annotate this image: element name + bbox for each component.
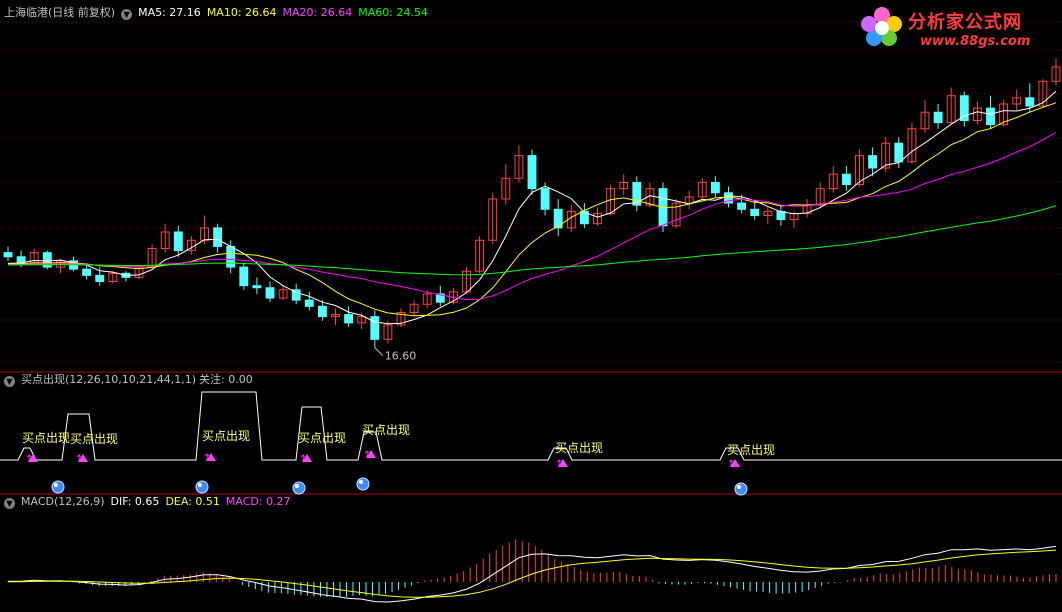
candle-body (750, 208, 760, 216)
dot-highlight (737, 485, 741, 489)
ma60-label: MA60: 24.54 (358, 6, 428, 19)
candle-body (317, 305, 327, 318)
ma10-line (7, 102, 1057, 317)
candle-body (265, 287, 275, 299)
macd-label: MACD: 0.27 (225, 495, 291, 508)
dot-highlight (359, 480, 363, 484)
buy-signal-label: 买点出现 (727, 443, 775, 457)
attention-label: 关注: 0.00 (199, 373, 253, 386)
flower-logo-icon (861, 7, 902, 46)
candle-body (370, 316, 380, 340)
candle-body (173, 231, 183, 252)
blue-dot-icon (356, 477, 370, 491)
macd-header: ▼ MACD(12,26,9) DIF: 0.65 DEA: 0.51 MACD: 0.… (4, 495, 297, 509)
dif-label: DIF: 0.65 (110, 495, 160, 508)
buy-signal-label: 买点出现 (22, 431, 70, 445)
blue-dot-icon (734, 482, 748, 496)
blue-dot-icon (51, 480, 65, 494)
indicator-title: 买点出现(12,26,10,10,21,44,1,1) (21, 373, 197, 386)
dot-highlight (295, 484, 299, 488)
macd-title: MACD(12,26,9) (21, 495, 105, 508)
candle-body (841, 173, 851, 186)
candle-body (933, 111, 943, 124)
site-logo: 分析家公式网 www.88gs.com (856, 2, 1056, 52)
candle-body (3, 252, 13, 258)
candle-body (82, 268, 92, 276)
dot-highlight (198, 483, 202, 487)
dot-highlight (54, 483, 58, 487)
kline-chart[interactable]: 16.60买点出现 买点出现 买点出现 买点出现买点出现买点出现 买点出现↑ ↑ ↑ ↑ ↑↑ ↑ (0, 0, 1062, 612)
dea-line (7, 549, 1057, 598)
dropdown-arrow-icon[interactable]: ▼ (121, 9, 133, 20)
dea-label: DEA: 0.51 (165, 495, 220, 508)
logo-url: www.88gs.com (920, 34, 1031, 49)
dropdown-arrow-icon[interactable]: ▼ (4, 498, 15, 509)
candle-body (1025, 97, 1035, 107)
candle-body (710, 181, 720, 194)
candle-body (959, 95, 969, 122)
candle-body (527, 155, 537, 190)
candle-body (737, 202, 747, 210)
low-annotation-arrow (374, 347, 384, 356)
ma5-line (7, 90, 1057, 325)
candle-body (540, 188, 550, 210)
candle-body (344, 314, 354, 324)
stock-title: 上海临港(日线 前复权) (4, 6, 116, 19)
signal-line (0, 391, 1062, 461)
candle-body (95, 274, 105, 283)
blue-dot-icon (292, 481, 306, 495)
buy-signal-label: 买点出现 (70, 432, 118, 446)
buy-signal-label: 买点出现 (362, 423, 410, 437)
buy-signal-label: 买点出现 (202, 429, 250, 443)
candle-body (213, 227, 223, 247)
candle-body (239, 266, 249, 287)
ma20-label: MA20: 26.64 (282, 6, 353, 19)
candle-body (304, 299, 314, 307)
main-chart-header: 上海临港(日线 前复权) ▼ MA5: 27.16 MA10: 26.64 MA20: … (4, 6, 434, 20)
candle-body (868, 155, 878, 169)
indicator-header: ▼ 买点出现(12,26,10,10,21,44,1,1) 关注: 0.00 (4, 373, 259, 387)
logo-name: 分析家公式网 (908, 12, 1022, 33)
buy-signal-label: 买点出现 (298, 431, 346, 445)
low-price-label: 16.60 (385, 350, 417, 363)
blue-dot-icon (195, 480, 209, 494)
candle-body (226, 245, 236, 268)
candle-body (986, 107, 995, 126)
candle-body (894, 142, 904, 163)
candle-body (252, 285, 262, 289)
buy-signal-label: 买点出现 (555, 441, 603, 455)
ma5-label: MA5: 27.16 (138, 6, 201, 19)
dropdown-arrow-icon[interactable]: ▼ (4, 376, 15, 387)
ma10-label: MA10: 26.64 (206, 6, 277, 19)
